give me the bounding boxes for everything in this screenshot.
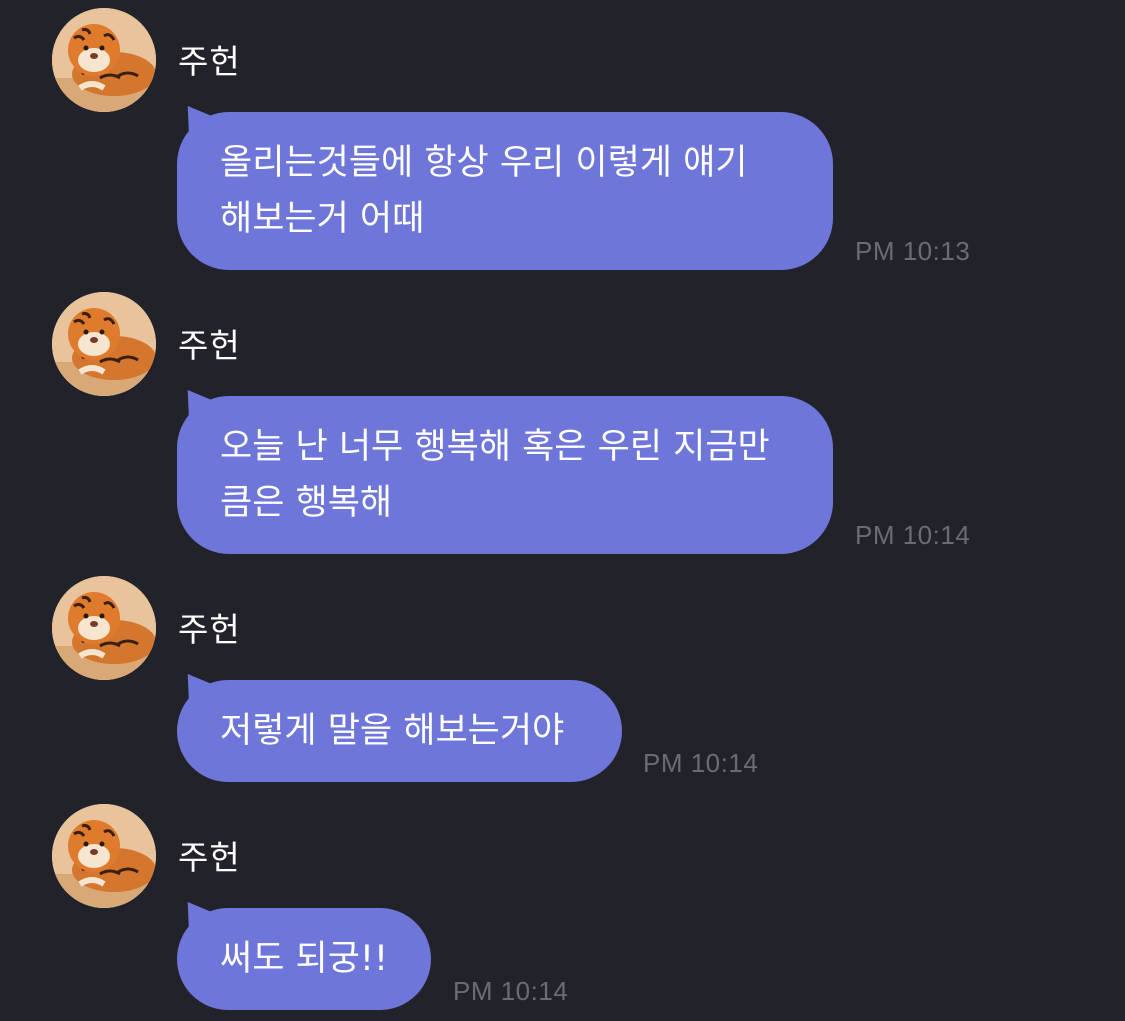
sender-name: 주헌: [178, 326, 241, 365]
message-bubble[interactable]: 올리는것들에 항상 우리 이렇게 얘기 해보는거 어때: [177, 112, 833, 270]
message-text: 써도 되궁!!: [220, 939, 388, 979]
sender-name: 주헌: [178, 610, 241, 649]
tiger-icon: [52, 292, 156, 396]
message-text: 저렇게 말을 해보는거야: [220, 711, 565, 751]
message-timestamp: PM 10:14: [453, 976, 569, 1006]
tiger-icon: [52, 576, 156, 680]
tiger-icon: [52, 804, 156, 908]
message-bubble[interactable]: 저렇게 말을 해보는거야: [177, 680, 622, 782]
tiger-icon: [52, 8, 156, 112]
message-bubble[interactable]: 써도 되궁!!: [177, 908, 431, 1010]
tiger-avatar[interactable]: [52, 804, 156, 908]
message-text: 올리는것들에 항상 우리 이렇게 얘기 해보는거 어때: [220, 143, 748, 239]
message-timestamp: PM 10:13: [855, 236, 971, 266]
message-text: 오늘 난 너무 행복해 혹은 우린 지금만 큼은 행복해: [220, 427, 770, 523]
tiger-avatar[interactable]: [52, 292, 156, 396]
message-timestamp: PM 10:14: [855, 520, 971, 550]
message-timestamp: PM 10:14: [643, 748, 759, 778]
tiger-avatar[interactable]: [52, 576, 156, 680]
sender-name: 주헌: [178, 838, 241, 877]
sender-name: 주헌: [178, 42, 241, 81]
tiger-avatar[interactable]: [52, 8, 156, 112]
message-bubble[interactable]: 오늘 난 너무 행복해 혹은 우린 지금만 큼은 행복해: [177, 396, 833, 554]
